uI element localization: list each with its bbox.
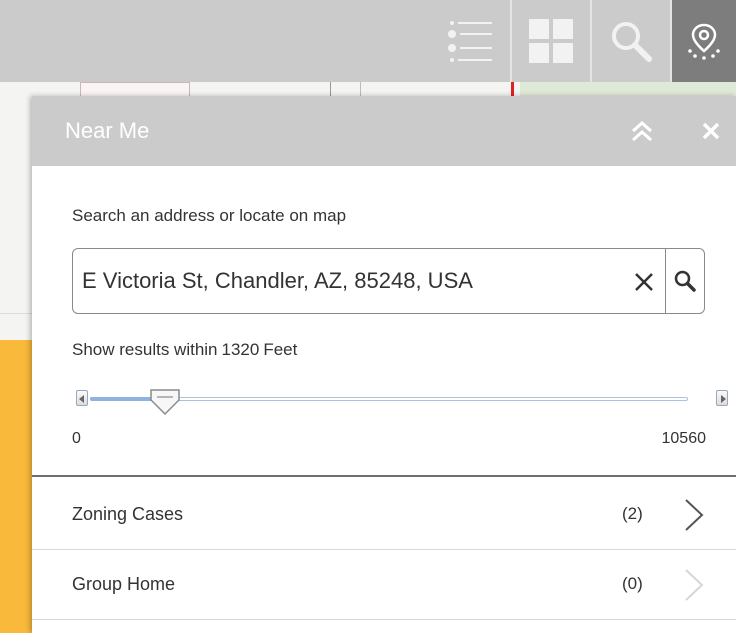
- map-feature-red: [511, 82, 514, 96]
- slider-increment-button[interactable]: [716, 390, 728, 406]
- chevron-right-icon[interactable]: [682, 497, 706, 533]
- range-unit: Feet: [263, 340, 298, 359]
- slider-min-label: 0: [72, 430, 81, 447]
- search-button[interactable]: [590, 0, 670, 82]
- range-value: 1320: [221, 340, 260, 359]
- slider-handle[interactable]: [149, 388, 181, 416]
- search-label: Search an address or locate on map: [72, 206, 347, 225]
- search-icon: [674, 270, 696, 292]
- range-label: Show results within 1320 Feet: [72, 340, 301, 360]
- chevron-right-icon: [685, 569, 704, 601]
- address-search-button[interactable]: [665, 248, 705, 314]
- map-road-line: [0, 313, 34, 314]
- grid-icon: [529, 19, 573, 63]
- result-name: Zoning Cases: [72, 504, 184, 524]
- slider-decrement-button[interactable]: [76, 390, 88, 406]
- close-icon[interactable]: [700, 120, 722, 142]
- address-search-box: [72, 248, 666, 314]
- layer-list-button[interactable]: [430, 0, 510, 82]
- layer-list-icon: [448, 21, 492, 62]
- result-row-zoning-cases[interactable]: Zoning Cases (2): [32, 480, 736, 550]
- result-name: Group Home: [72, 574, 176, 594]
- result-count: (2): [622, 504, 643, 523]
- clear-icon[interactable]: [631, 269, 657, 295]
- panel-title: Near Me: [65, 118, 150, 143]
- top-toolbar: [0, 0, 736, 82]
- near-me-button[interactable]: [670, 0, 736, 82]
- search-icon: [612, 22, 652, 62]
- map-feature-green: [520, 82, 736, 96]
- near-me-icon: [688, 23, 720, 60]
- collapse-icon[interactable]: [630, 120, 654, 142]
- result-count: (0): [622, 574, 643, 593]
- panel-header: Near Me: [32, 96, 736, 166]
- near-me-panel: Near Me Search an address or locate on m…: [32, 96, 736, 633]
- address-search-input[interactable]: [74, 250, 624, 312]
- section-divider: [32, 475, 736, 477]
- slider-max-label: 10560: [661, 430, 707, 447]
- distance-slider[interactable]: [76, 388, 728, 428]
- result-row-group-home[interactable]: Group Home (0): [32, 550, 736, 620]
- range-label-text: Show results within: [72, 340, 218, 359]
- map-feature-orange: [0, 340, 36, 633]
- grid-button[interactable]: [510, 0, 590, 82]
